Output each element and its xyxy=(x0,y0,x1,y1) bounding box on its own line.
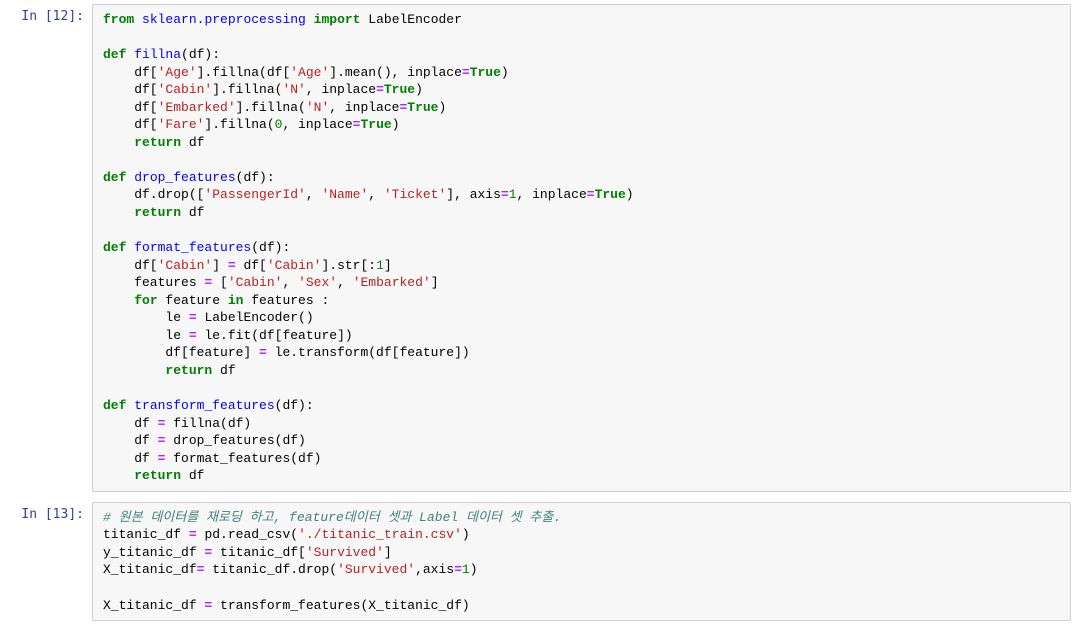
code-block: # 원본 데이터를 재로딩 하고, feature데이터 셋과 Label 데이… xyxy=(103,509,1060,614)
input-prompt-12: In [12]: xyxy=(4,4,92,492)
code-cell-13: In [13]: # 원본 데이터를 재로딩 하고, feature데이터 셋과… xyxy=(4,502,1071,621)
code-cell-12: In [12]: from sklearn.preprocessing impo… xyxy=(4,4,1071,492)
input-prompt-13: In [13]: xyxy=(4,502,92,621)
code-input-13[interactable]: # 원본 데이터를 재로딩 하고, feature데이터 셋과 Label 데이… xyxy=(92,502,1071,621)
code-block: from sklearn.preprocessing import LabelE… xyxy=(103,11,1060,485)
code-input-12[interactable]: from sklearn.preprocessing import LabelE… xyxy=(92,4,1071,492)
